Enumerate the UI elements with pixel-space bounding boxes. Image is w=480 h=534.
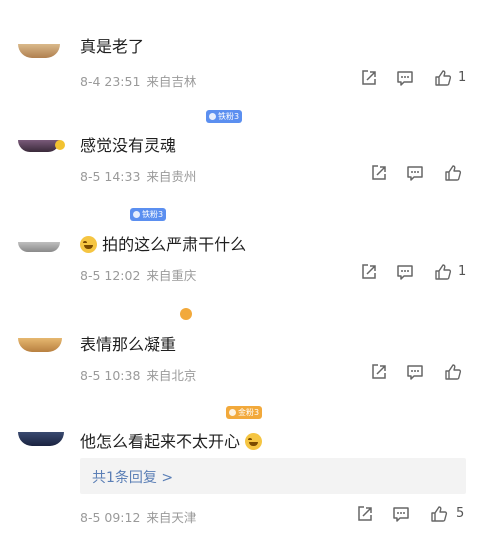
comment-date: 8-4 23:51 [80,74,141,89]
comment-location: 来自贵州 [146,169,197,184]
thumbs-up-icon[interactable] [434,69,452,87]
badge-icon [229,409,236,416]
comment-date: 8-5 14:33 [80,169,141,184]
comment-item: 真是老了 8-4 23:51 来自吉林 1 [0,0,480,100]
thumbs-up-icon[interactable] [434,263,452,281]
thumbs-up-icon[interactable] [444,363,462,381]
comment-meta: 8-5 12:02 来自重庆 [80,265,196,284]
comment-date: 8-5 09:12 [80,510,141,525]
comment-location: 来自吉林 [146,74,197,89]
avatar[interactable] [18,140,60,152]
comment-meta: 8-5 09:12 来自天津 [80,507,196,526]
share-icon[interactable] [356,505,374,523]
comment-item: 铁粉3 拍的这么严肃干什么 8-5 12:02 来自重庆 1 [0,200,480,300]
thumbs-up-icon[interactable] [444,164,462,182]
avatar[interactable] [18,44,60,58]
comment-icon[interactable] [406,363,424,381]
comment-text: 他怎么看起来不太开心 [80,428,263,452]
comment-text: 感觉没有灵魂 [80,136,177,155]
comment-location: 来自天津 [146,510,197,525]
comment-icon[interactable] [396,69,414,87]
badge-icon [209,113,216,120]
share-icon[interactable] [370,164,388,182]
share-icon[interactable] [360,69,378,87]
avatar[interactable] [18,432,64,446]
fan-badge: 金粉3 [226,406,263,419]
avatar-badge [55,140,65,150]
comment-text: 真是老了 [80,37,145,56]
like-count: 5 [456,506,465,521]
reply-summary[interactable]: 共1条回复 > [80,458,466,494]
comment-item: 表情那么凝重 8-5 10:38 来自北京 [0,300,480,400]
comment-icon[interactable] [406,164,424,182]
laughing-tears-emoji [80,236,97,253]
avatar[interactable] [18,338,62,352]
reply-summary-link[interactable]: 共1条回复 > [92,467,173,487]
comment-date: 8-5 12:02 [80,268,141,283]
grinning-emoji [245,433,263,450]
fan-badge: 铁粉3 [206,110,243,123]
fan-badge: 铁粉3 [130,208,167,221]
comment-icon[interactable] [396,263,414,281]
comment-icon[interactable] [392,505,410,523]
comment-location: 来自重庆 [146,268,197,283]
comment-text: 拍的这么严肃干什么 [80,231,246,255]
share-icon[interactable] [360,263,378,281]
comment-item: 铁粉3 感觉没有灵魂 8-5 14:33 来自贵州 [0,100,480,200]
badge-icon [133,211,140,218]
thumbs-up-icon[interactable] [430,505,448,523]
avatar[interactable] [18,242,60,252]
like-count: 1 [458,70,467,85]
comment-date: 8-5 10:38 [80,368,141,383]
comment-location: 来自北京 [146,368,197,383]
share-icon[interactable] [370,363,388,381]
like-count: 1 [458,264,467,279]
comment-meta: 8-4 23:51 来自吉林 [80,71,196,90]
comment-text: 表情那么凝重 [80,335,177,354]
comment-meta: 8-5 10:38 来自北京 [80,365,196,384]
comment-meta: 8-5 14:33 来自贵州 [80,166,196,185]
fan-badge [180,308,192,320]
